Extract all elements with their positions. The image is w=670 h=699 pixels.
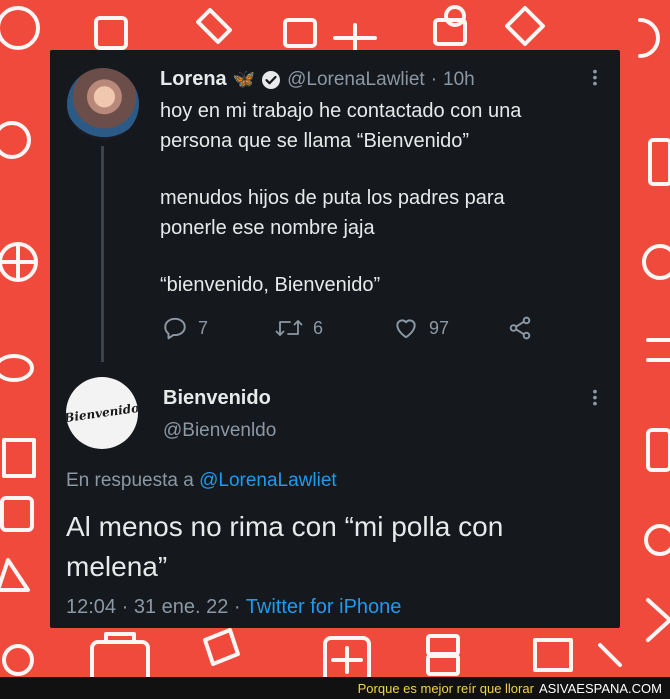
reply-more-options-icon[interactable]: • • • bbox=[591, 384, 599, 410]
in-reply-to: En respuesta a @LorenaLawliet bbox=[66, 470, 337, 492]
tweet-text-line: “bienvenido, Bienvenido” bbox=[160, 274, 381, 296]
tweet-text-line: persona que se llama “Bienvenido” bbox=[160, 130, 470, 152]
retweet-count: 6 bbox=[313, 317, 324, 338]
share-icon bbox=[509, 316, 531, 340]
reply-timestamp[interactable]: 12:04 · 31 ene. 22 · bbox=[66, 596, 241, 618]
like-action[interactable]: 97 bbox=[393, 315, 449, 341]
reply-text: Al menos no rima con “mi polla con melen… bbox=[66, 511, 504, 582]
tweet-text-line: menudos hijos de puta los padres para bbox=[160, 187, 505, 209]
tweet-header: Lorena 🦋 @LorenaLawliet · 10h bbox=[160, 68, 475, 91]
reply-action[interactable]: 7 bbox=[162, 315, 208, 341]
tweet-text-line: hoy en mi trabajo he contactado con una bbox=[160, 100, 522, 122]
footer-tagline: Porque es mejor reír que llorar bbox=[357, 680, 534, 696]
tweet-text-line: ponerle ese nombre jaja bbox=[160, 217, 375, 239]
separator-dot: · bbox=[430, 68, 438, 90]
more-options-icon[interactable]: • • • bbox=[591, 64, 599, 90]
reply-author-name[interactable]: Bienvenido bbox=[163, 387, 271, 410]
reply-author-handle[interactable]: @Bienvenldo bbox=[163, 420, 276, 442]
footer-site-link[interactable]: ASIVAESPANA.COM bbox=[539, 681, 662, 696]
reply-count: 7 bbox=[198, 317, 209, 338]
site-footer: Porque es mejor reír que llorar ASIVAESP… bbox=[0, 677, 670, 699]
heart-icon bbox=[396, 319, 416, 339]
retweet-action[interactable]: 6 bbox=[275, 315, 323, 341]
like-count: 97 bbox=[429, 317, 450, 338]
author-handle[interactable]: @LorenaLawliet bbox=[287, 69, 425, 91]
share-action[interactable] bbox=[507, 315, 533, 341]
author-name[interactable]: Lorena bbox=[160, 68, 227, 91]
avatar-logo-text: Bienvenido bbox=[66, 400, 138, 426]
thread-connector-line bbox=[101, 146, 104, 362]
lorena-avatar[interactable] bbox=[67, 68, 139, 140]
in-reply-to-label: En respuesta a bbox=[66, 470, 194, 491]
retweet-icon bbox=[275, 320, 303, 336]
client-link[interactable]: Twitter for iPhone bbox=[246, 596, 402, 618]
tweet-time[interactable]: 10h bbox=[443, 69, 475, 91]
reply-meta: 12:04 · 31 ene. 22 · Twitter for iPhone bbox=[66, 596, 401, 619]
butterfly-emoji: 🦋 bbox=[232, 69, 256, 89]
in-reply-to-handle-link[interactable]: @LorenaLawliet bbox=[199, 470, 337, 491]
reply-icon bbox=[164, 317, 186, 340]
verified-badge-icon bbox=[262, 70, 281, 89]
bienvenido-avatar[interactable]: Bienvenido bbox=[66, 377, 138, 449]
